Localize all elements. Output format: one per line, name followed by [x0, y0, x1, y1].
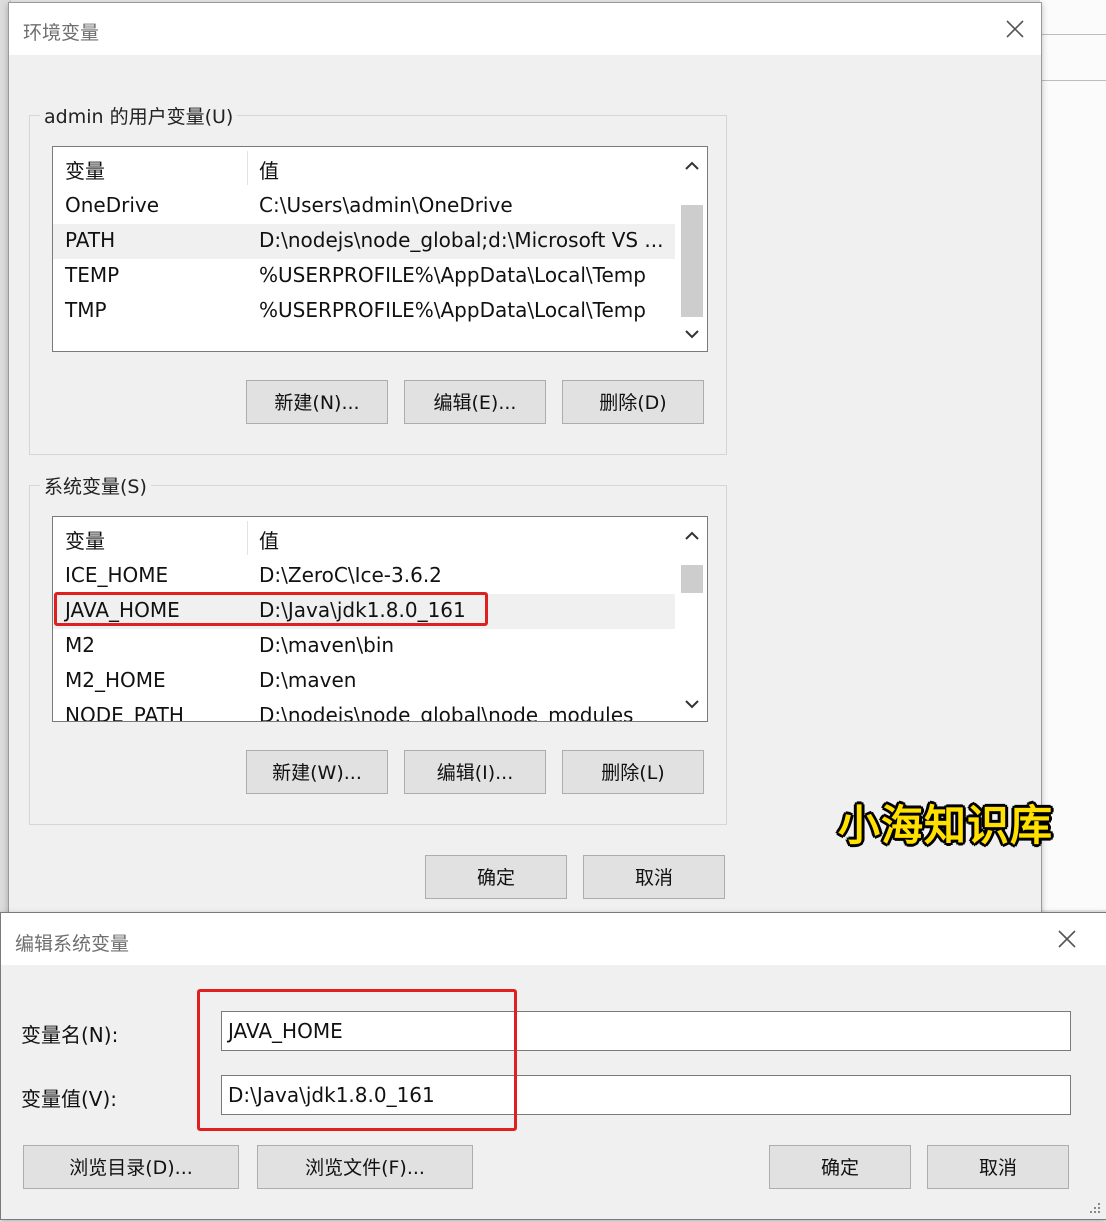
- edit-user-variable-button[interactable]: 编辑(E)...: [404, 380, 546, 424]
- variable-value-label: 变量值(V):: [21, 1087, 118, 1111]
- list-header: 变量 值: [53, 517, 673, 555]
- variable-name: OneDrive: [65, 193, 160, 217]
- table-row[interactable]: TEMP %USERPROFILE%\AppData\Local\Temp: [53, 259, 675, 294]
- variable-name: PATH: [65, 228, 116, 252]
- resize-grip-icon[interactable]: [1088, 1201, 1102, 1215]
- user-variables-title: admin 的用户变量(U): [40, 102, 238, 129]
- table-row[interactable]: TMP %USERPROFILE%\AppData\Local\Temp: [53, 294, 675, 329]
- chevron-up-icon[interactable]: [677, 521, 707, 551]
- column-header-value[interactable]: 值: [259, 155, 279, 184]
- delete-system-variable-button[interactable]: 删除(L): [562, 750, 704, 794]
- browse-file-button[interactable]: 浏览文件(F)...: [257, 1145, 473, 1189]
- variable-name-label: 变量名(N):: [21, 1023, 119, 1047]
- variable-value: D:\maven\bin: [259, 633, 395, 657]
- column-header-value[interactable]: 值: [259, 525, 279, 554]
- ok-button[interactable]: 确定: [769, 1145, 911, 1189]
- chevron-down-icon[interactable]: [677, 689, 707, 719]
- cancel-button[interactable]: 取消: [927, 1145, 1069, 1189]
- highlight-box-java-home-row: [54, 592, 488, 626]
- table-row[interactable]: PATH D:\nodejs\node_global;d:\Microsoft …: [53, 224, 675, 259]
- chevron-up-icon[interactable]: [677, 151, 707, 181]
- scrollbar-thumb[interactable]: [681, 205, 703, 317]
- table-row[interactable]: ICE_HOME D:\ZeroC\Ice-3.6.2: [53, 559, 675, 594]
- variable-value: C:\Users\admin\OneDrive: [259, 193, 513, 217]
- user-variables-list[interactable]: 变量 值 OneDrive C:\Users\admin\OneDrive PA…: [52, 146, 708, 352]
- environment-variables-dialog: 环境变量 admin 的用户变量(U) 变量 值 OneDrive C:\Use…: [8, 2, 1042, 924]
- variable-name: NODE_PATH: [65, 703, 184, 722]
- variable-value: %USERPROFILE%\AppData\Local\Temp: [259, 263, 646, 287]
- close-icon[interactable]: [1053, 925, 1081, 953]
- new-user-variable-button[interactable]: 新建(N)...: [246, 380, 388, 424]
- variable-value: %USERPROFILE%\AppData\Local\Temp: [259, 298, 646, 322]
- variable-value: D:\nodejs\node_global;d:\Microsoft VS ..…: [259, 228, 664, 252]
- column-header-name[interactable]: 变量: [65, 155, 105, 184]
- variable-name: M2_HOME: [65, 668, 166, 692]
- list-header: 变量 值: [53, 147, 673, 185]
- user-variables-group: admin 的用户变量(U) 变量 值 OneDrive C:\Users\ad…: [29, 102, 727, 455]
- watermark-text: 小海知识库: [838, 801, 1054, 850]
- title-bar: 编辑系统变量: [1, 913, 1106, 965]
- scrollbar-thumb[interactable]: [681, 565, 703, 593]
- dialog-title: 编辑系统变量: [15, 933, 130, 955]
- background-window: [1040, 0, 1106, 910]
- cancel-button[interactable]: 取消: [583, 855, 725, 899]
- browse-directory-button[interactable]: 浏览目录(D)...: [23, 1145, 239, 1189]
- edit-system-variable-dialog: 编辑系统变量 变量名(N): JAVA_HOME 变量值(V): D:\Java…: [0, 912, 1106, 1220]
- variable-value: D:\maven: [259, 668, 357, 692]
- variable-value: D:\nodejs\node_global\node_modules: [259, 703, 634, 722]
- vertical-scrollbar[interactable]: [677, 147, 707, 351]
- ok-button[interactable]: 确定: [425, 855, 567, 899]
- table-row[interactable]: M2_HOME D:\maven: [53, 664, 675, 699]
- delete-user-variable-button[interactable]: 删除(D): [562, 380, 704, 424]
- variable-name: TMP: [65, 298, 107, 322]
- dialog-title: 环境变量: [23, 22, 100, 44]
- edit-system-variable-button[interactable]: 编辑(I)...: [404, 750, 546, 794]
- variable-value: D:\ZeroC\Ice-3.6.2: [259, 563, 442, 587]
- table-row[interactable]: OneDrive C:\Users\admin\OneDrive: [53, 189, 675, 224]
- system-variables-title: 系统变量(S): [40, 472, 151, 499]
- highlight-box-fields: [197, 989, 517, 1131]
- column-header-name[interactable]: 变量: [65, 525, 105, 554]
- chevron-down-icon[interactable]: [677, 319, 707, 349]
- title-bar: 环境变量: [9, 3, 1041, 55]
- variable-name: TEMP: [65, 263, 120, 287]
- table-row[interactable]: NODE_PATH D:\nodejs\node_global\node_mod…: [53, 699, 675, 722]
- vertical-scrollbar[interactable]: [677, 517, 707, 721]
- system-variables-group: 系统变量(S) 变量 值 ICE_HOME D:\ZeroC\Ice-3.6.2…: [29, 472, 727, 825]
- variable-name: M2: [65, 633, 95, 657]
- table-row[interactable]: M2 D:\maven\bin: [53, 629, 675, 664]
- column-divider[interactable]: [247, 521, 248, 555]
- new-system-variable-button[interactable]: 新建(W)...: [246, 750, 388, 794]
- column-divider[interactable]: [247, 151, 248, 185]
- variable-name: ICE_HOME: [65, 563, 169, 587]
- close-icon[interactable]: [1001, 15, 1029, 43]
